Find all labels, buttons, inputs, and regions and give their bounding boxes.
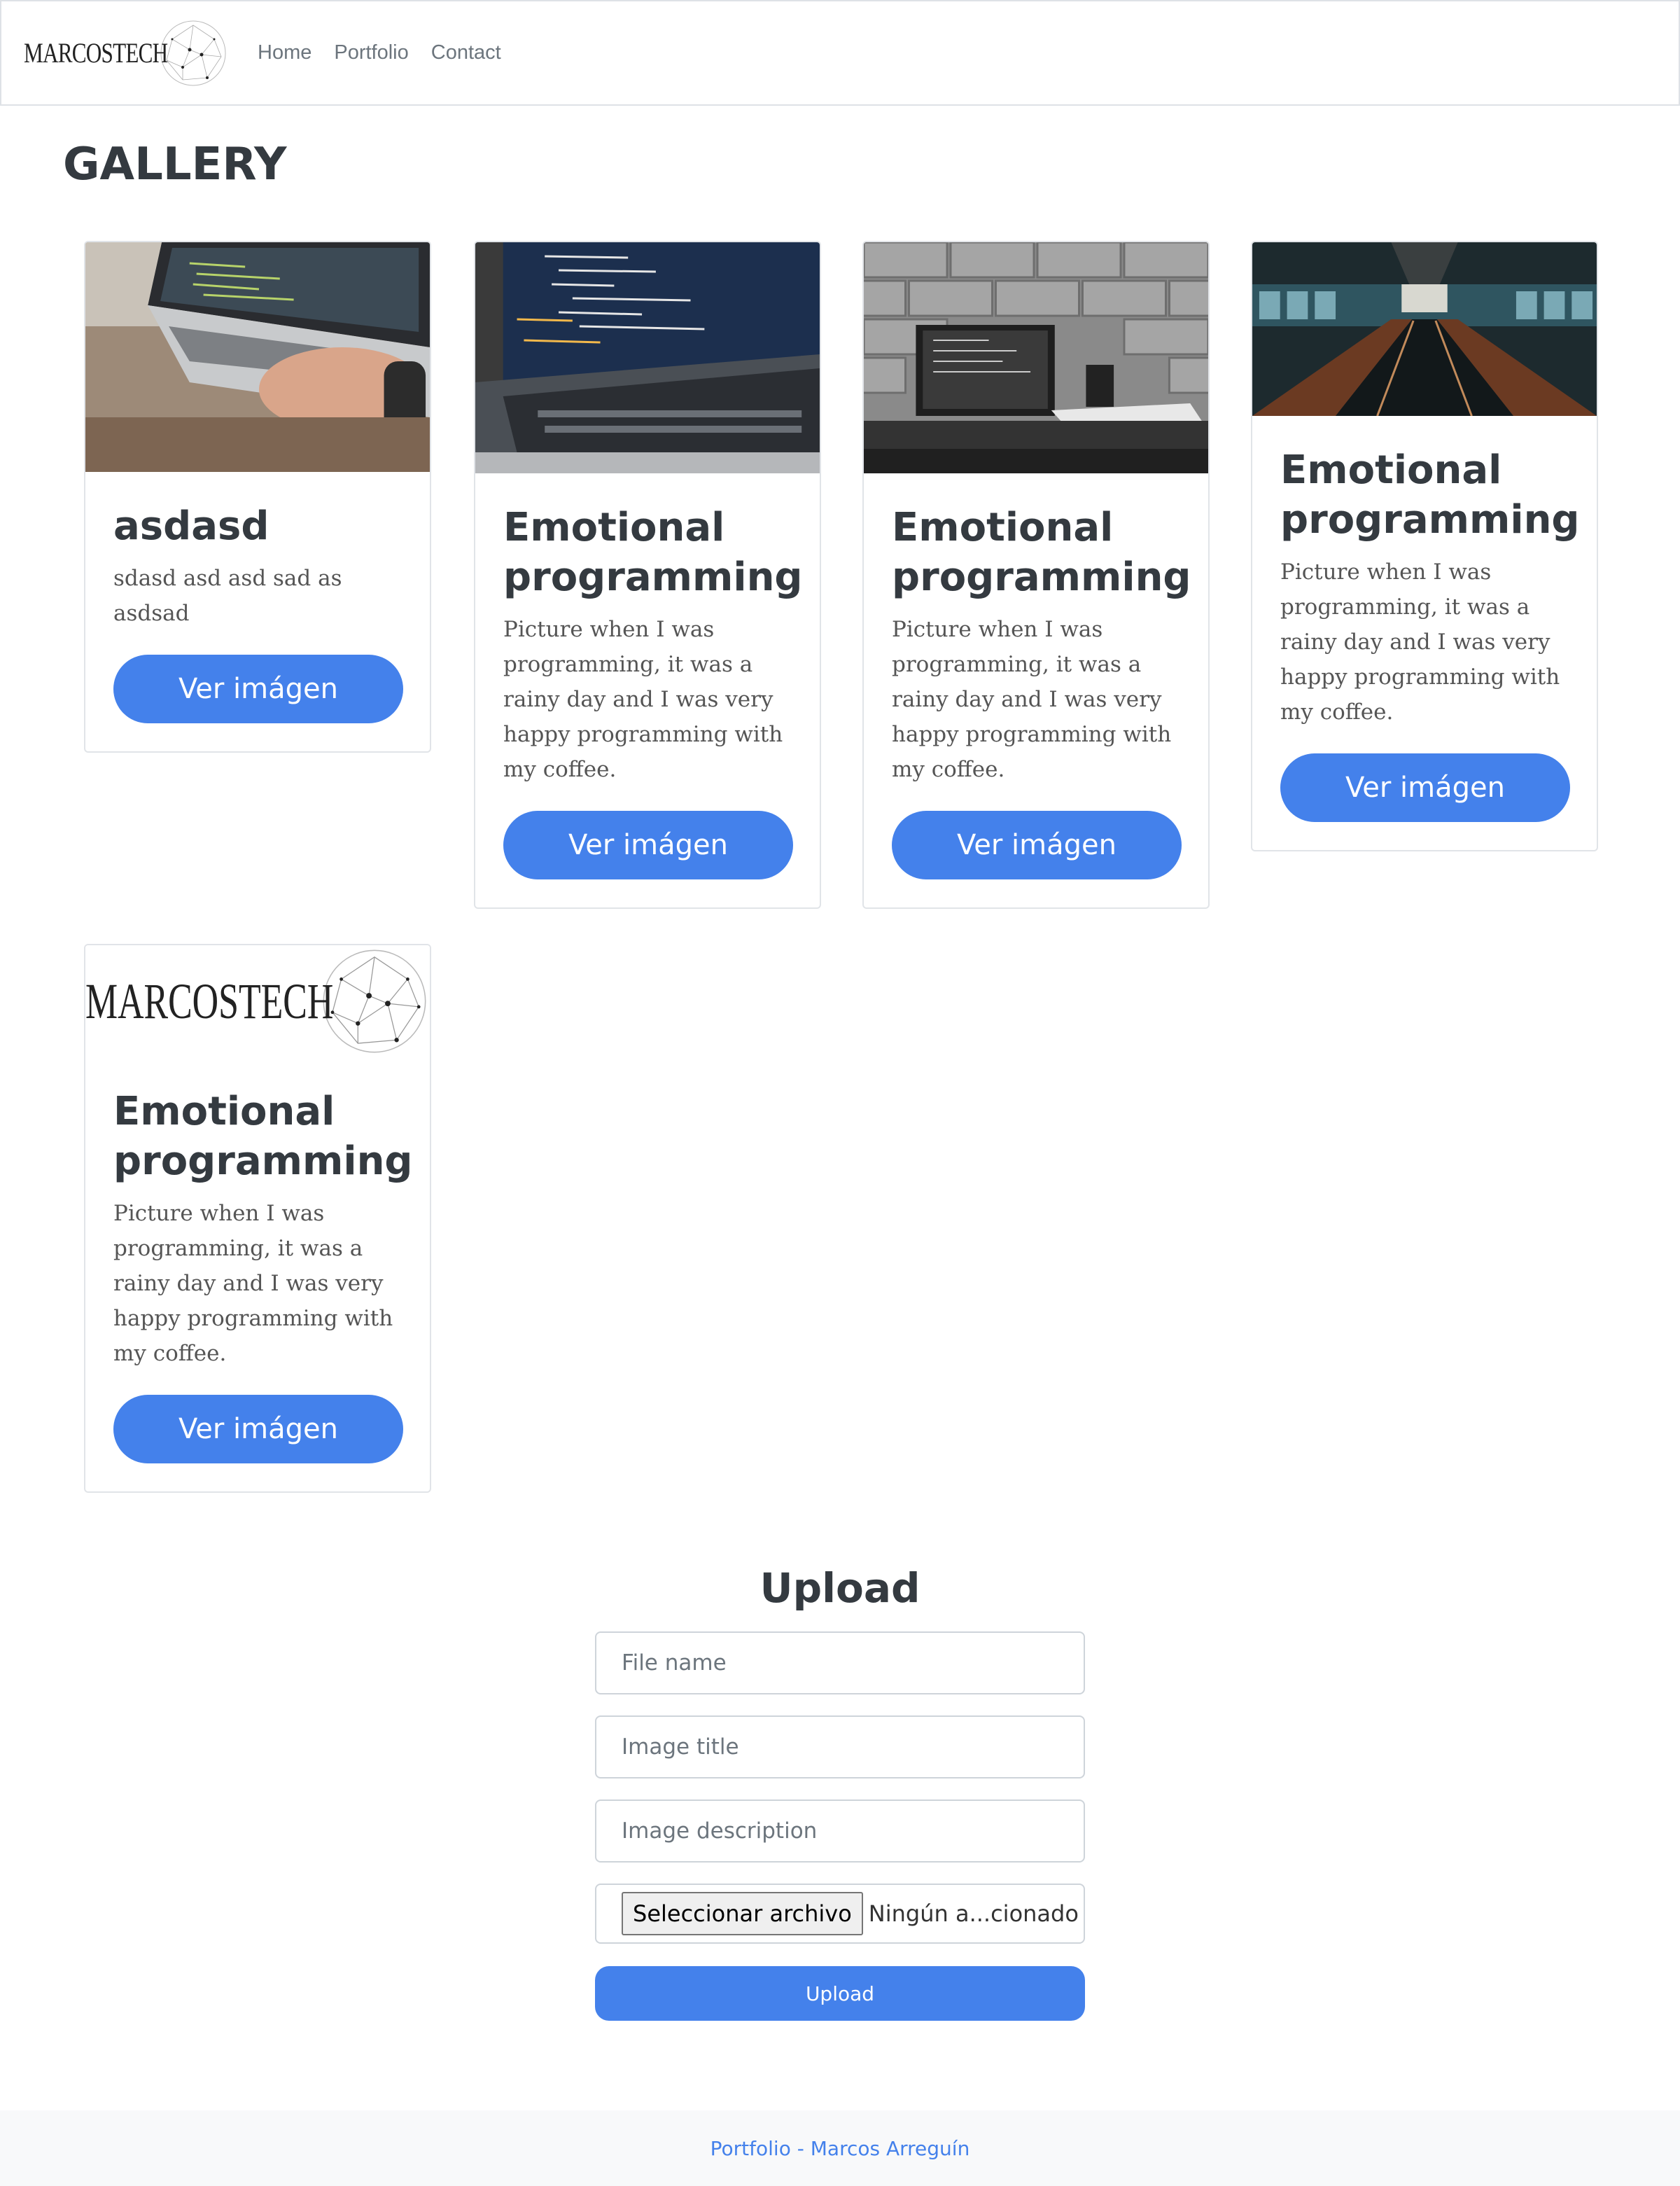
gallery-card: Emotional programming Picture when I was… (862, 241, 1210, 909)
card-body: Emotional programming Picture when I was… (1252, 416, 1597, 850)
gallery-card: Emotional programming Picture when I was… (1251, 241, 1598, 851)
gallery-card: asdasd sdasd asd asd sad as asdsad Ver i… (84, 241, 431, 753)
gallery-title: GALLERY (63, 139, 287, 190)
image-description-input[interactable] (595, 1799, 1085, 1863)
card-body: asdasd sdasd asd asd sad as asdsad Ver i… (85, 472, 430, 751)
nav-home-link[interactable]: Home (258, 41, 312, 64)
file-status: Ningún a...cionado (868, 1900, 1079, 1927)
brand-logo[interactable]: MARCOSTECH (24, 18, 228, 88)
laptop-brick-wall-bw-photo (864, 242, 1208, 473)
laptop-code-screen-photo (475, 242, 820, 473)
globe-network-icon (323, 949, 426, 1053)
file-picker: Seleccionar archivo Ningún a...cionado (595, 1884, 1085, 1944)
choose-file-button[interactable]: Seleccionar archivo (622, 1892, 863, 1935)
image-title-input[interactable] (595, 1715, 1085, 1778)
upload-form: Seleccionar archivo Ningún a...cionado U… (595, 1631, 1085, 2021)
card-title: asdasd (113, 503, 270, 549)
globe-network-icon (160, 20, 226, 85)
gallery-card: MARCOSTECH Emotional programming Picture… (84, 944, 431, 1493)
upload-title: Upload (760, 1564, 920, 1612)
card-text: Picture when I was programming, it was a… (503, 617, 783, 782)
card-text: Picture when I was programming, it was a… (113, 1201, 393, 1366)
card-text: sdasd asd asd sad as asdsad (113, 566, 342, 626)
navbar: MARCOSTECH Home Portfolio Contact (0, 0, 1680, 106)
nav-links: Home Portfolio Contact (258, 41, 524, 64)
view-image-button[interactable]: Ver imágen (503, 811, 793, 879)
card-body: Emotional programming Picture when I was… (85, 1057, 430, 1491)
card-title: Emotional programming (503, 505, 803, 600)
view-image-button[interactable]: Ver imágen (892, 811, 1182, 879)
card-title: Emotional programming (1280, 447, 1580, 543)
nav-portfolio-link[interactable]: Portfolio (334, 41, 408, 64)
escalator-building-photo (1252, 242, 1597, 416)
upload-button[interactable]: Upload (595, 1966, 1085, 2021)
view-image-button[interactable]: Ver imágen (1280, 753, 1570, 822)
file-name-input[interactable] (595, 1631, 1085, 1694)
view-image-button[interactable]: Ver imágen (113, 1395, 403, 1463)
card-body: Emotional programming Picture when I was… (475, 473, 820, 907)
card-text: Picture when I was programming, it was a… (1280, 559, 1560, 725)
brand-text: MARCOSTECH (24, 37, 168, 69)
card-title: Emotional programming (113, 1089, 413, 1184)
card-title: Emotional programming (892, 505, 1191, 600)
logo-text: MARCOSTECH (85, 973, 334, 1029)
view-image-button[interactable]: Ver imágen (113, 655, 403, 723)
card-text: Picture when I was programming, it was a… (892, 617, 1172, 782)
footer-text[interactable]: Portfolio - Marcos Arreguín (710, 2137, 970, 2160)
footer: Portfolio - Marcos Arreguín (0, 2110, 1680, 2186)
nav-contact-link[interactable]: Contact (431, 41, 501, 64)
laptop-hand-typing-photo (85, 242, 430, 472)
marcostech-logo: MARCOSTECH (85, 945, 430, 1057)
card-body: Emotional programming Picture when I was… (864, 473, 1208, 907)
gallery-card: Emotional programming Picture when I was… (474, 241, 821, 909)
